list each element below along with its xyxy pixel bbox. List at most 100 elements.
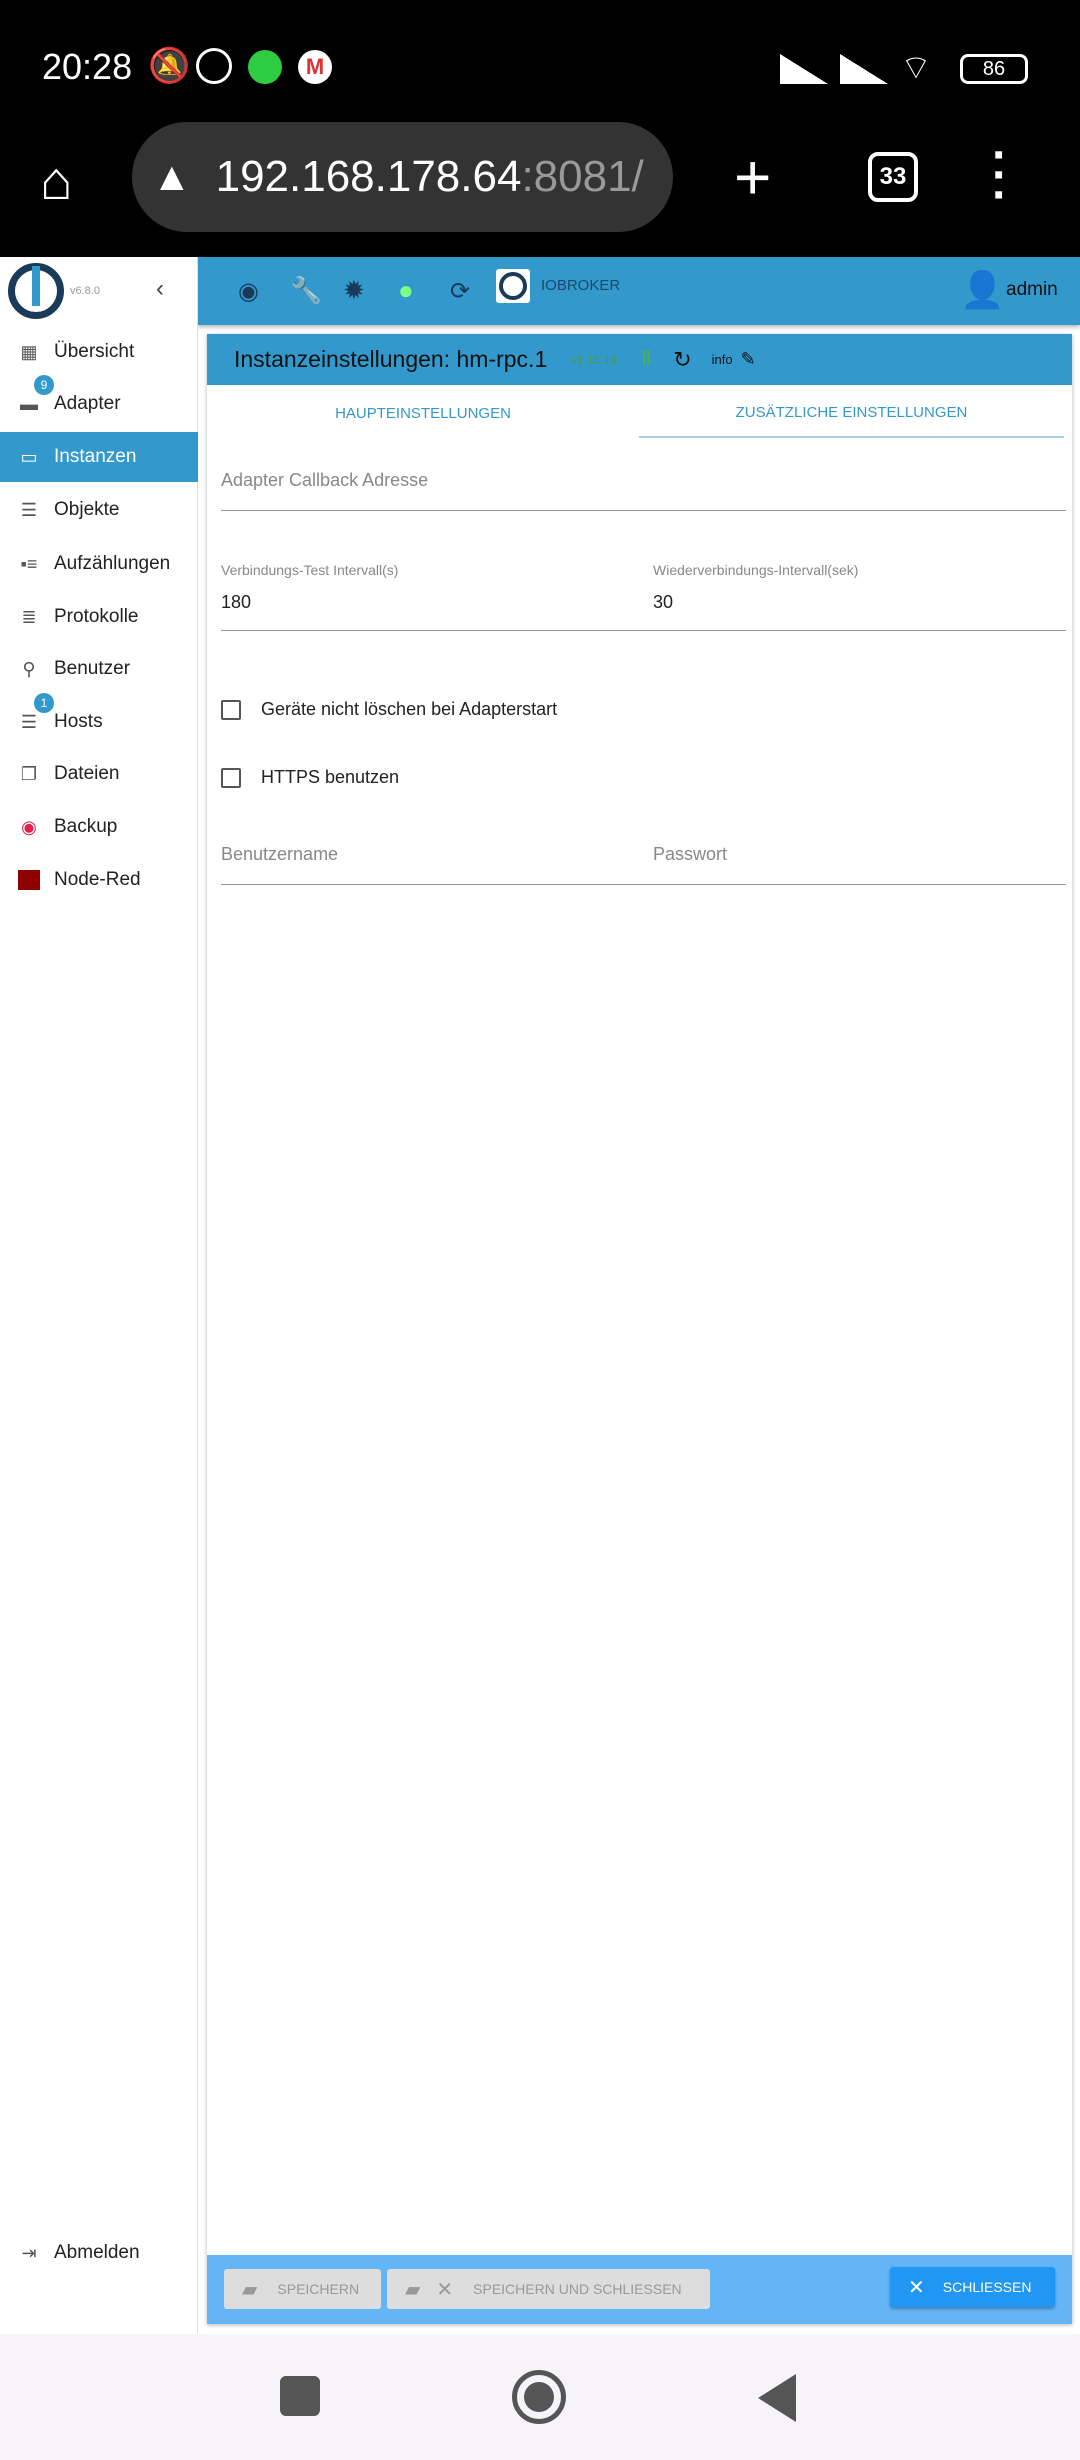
battery-icon: 86 [960, 54, 1028, 84]
input-underline [653, 884, 1066, 885]
sidebar-item-label: Hosts [54, 711, 103, 732]
close-button[interactable]: ✕ SCHLIESSEN [890, 2267, 1055, 2307]
sidebar-item-objects[interactable]: ☰ Objekte [0, 485, 198, 535]
sidebar-item-logs[interactable]: ≣ Protokolle [0, 592, 198, 642]
recents-icon[interactable] [280, 2376, 320, 2416]
sidebar-item-users[interactable]: ⚲ Benutzer [0, 644, 198, 694]
sidebar-item-hosts[interactable]: ☰ 1 Hosts [0, 693, 198, 747]
info-link[interactable]: info [712, 352, 733, 367]
callback-address-input[interactable]: Adapter Callback Adresse [221, 470, 428, 491]
save-close-button[interactable]: ▰ ✕ SPEICHERN UND SCHLIESSEN [387, 2269, 710, 2309]
theme-icon[interactable]: ✹ [343, 275, 365, 306]
dialog-header: Instanzeinstellungen: hm-rpc.1 v1.15.19 … [207, 334, 1072, 385]
sidebar-item-enums[interactable]: ▪≡ Aufzählungen [0, 539, 198, 589]
wrench-icon[interactable]: 🔧 [290, 275, 322, 306]
sidebar-item-files[interactable]: ❐ Dateien [0, 749, 198, 799]
back-icon[interactable] [758, 2374, 796, 2422]
user-icon: ⚲ [22, 659, 36, 679]
dialog-title: Instanzeinstellungen: hm-rpc.1 [234, 346, 548, 372]
checkbox-label: Geräte nicht löschen bei Adapterstart [261, 699, 558, 719]
expert-mode-icon[interactable]: ● [398, 275, 414, 306]
signal-icon [780, 54, 828, 84]
close-icon: ✕ [436, 2278, 454, 2301]
reload-icon[interactable]: ↻ [673, 347, 691, 373]
sidebar-item-instances[interactable]: ▭ Instanzen [0, 432, 198, 482]
url-bar[interactable]: ▲ 192.168.178.64:8081/ [132, 122, 673, 232]
store-icon: ▬ [20, 394, 38, 414]
brand-label: IOBROKER [541, 277, 621, 294]
test-interval-input[interactable]: 180 [221, 592, 251, 613]
sidebar-item-label: Backup [54, 816, 118, 837]
sync-off-icon[interactable]: ⟳ [450, 277, 470, 306]
sidebar-item-label: Node-Red [54, 869, 141, 890]
clock: 20:28 [42, 46, 133, 87]
log-icon: ≣ [21, 607, 37, 627]
new-tab-icon[interactable]: + [734, 140, 771, 214]
wifi-icon: ⌔ [900, 49, 932, 87]
update-badge: 1 [34, 693, 54, 713]
button-label: SPEICHERN [277, 2281, 360, 2297]
user-icon[interactable]: 👤 [960, 269, 1005, 311]
app-header: ◉ 🔧 ✹ ● ⟳ IOBROKER 👤 admin [198, 257, 1080, 325]
gmail-icon: M [298, 50, 332, 84]
system-status-bar: 20:28 🔕 M ⌔ 86 ⌂ ▲ 192.168.178.64:8081/ … [0, 0, 1080, 257]
node-red-icon [18, 870, 40, 890]
test-interval-label: Verbindungs-Test Intervall(s) [221, 562, 399, 578]
home-nav-icon[interactable] [512, 2370, 566, 2424]
sidebar-item-overview[interactable]: ▦ Übersicht [0, 327, 198, 377]
grid-icon: ▦ [20, 342, 38, 362]
close-icon: ✕ [908, 2276, 925, 2299]
eye-icon[interactable]: ◉ [238, 277, 259, 306]
url-port: :8081/ [521, 152, 644, 201]
keep-devices-checkbox[interactable]: Geräte nicht löschen bei Adapterstart [221, 699, 557, 720]
sidebar-item-label: Benutzer [54, 658, 131, 679]
pause-icon[interactable]: ‖ [641, 348, 651, 371]
whatsapp-icon [248, 50, 282, 84]
sidebar-item-label: Objekte [54, 499, 120, 520]
enum-icon: ▪≡ [20, 554, 38, 574]
instances-icon: ▭ [20, 447, 38, 467]
tab-main-settings[interactable]: HAUPTEINSTELLUNGEN [207, 388, 639, 438]
logout-icon: ⇥ [21, 2243, 37, 2263]
update-badge: 9 [34, 375, 54, 395]
https-checkbox[interactable]: HTTPS benutzen [221, 767, 399, 788]
bell-off-icon: 🔕 [148, 47, 191, 85]
sidebar-item-label: Dateien [54, 763, 120, 784]
instance-settings-dialog: Instanzeinstellungen: hm-rpc.1 v1.15.19 … [207, 334, 1072, 2324]
sidebar-item-label: Protokolle [54, 606, 139, 627]
files-icon: ❐ [20, 764, 38, 784]
sidebar: v6.8.0 ‹ ▦ Übersicht ▬ 9 Adapter ▭ Instanzen… [0, 257, 198, 2334]
url-host: 192.168.178.64 [215, 152, 522, 201]
logout-button[interactable]: ⇥ Abmelden [0, 2228, 198, 2278]
username-input[interactable]: Benutzername [221, 844, 338, 865]
button-label: SPEICHERN UND SCHLIESSEN [473, 2281, 682, 2297]
collapse-chevron-icon[interactable]: ‹ [156, 275, 164, 303]
button-label: SCHLIESSEN [942, 2279, 1032, 2295]
iobroker-logo [496, 269, 530, 303]
backup-icon: ◉ [21, 817, 37, 837]
sidebar-item-node-red[interactable]: Node-Red [0, 855, 198, 905]
reconnect-interval-input[interactable]: 30 [653, 592, 673, 613]
logout-label: Abmelden [54, 2242, 140, 2263]
home-icon[interactable]: ⌂ [40, 150, 73, 212]
hosts-icon: ☰ [20, 712, 38, 732]
sidebar-item-label: Adapter [54, 393, 121, 414]
tab-additional-settings[interactable]: ZUSÄTZLICHE EINSTELLUNGEN [639, 388, 1064, 438]
checkbox-box[interactable] [221, 767, 241, 788]
input-underline [653, 630, 1066, 631]
password-input[interactable]: Passwort [653, 844, 727, 865]
input-underline [221, 510, 1066, 511]
checkbox-box[interactable] [221, 699, 241, 720]
warning-icon: ▲ [152, 154, 192, 199]
menu-icon[interactable]: · · · [990, 132, 1010, 220]
save-button[interactable]: ▰ SPEICHERN [224, 2269, 381, 2309]
alarm-icon [196, 48, 232, 84]
iobroker-logo [8, 263, 64, 319]
edit-icon[interactable]: ✎ [741, 349, 756, 370]
sidebar-item-backup[interactable]: ◉ Backup [0, 802, 198, 852]
user-name[interactable]: admin [1006, 279, 1058, 301]
tabs-button[interactable]: 33 [868, 152, 918, 202]
list-icon: ☰ [20, 500, 38, 520]
sidebar-item-adapter[interactable]: ▬ 9 Adapter [0, 375, 198, 429]
checkbox-label: HTTPS benutzen [261, 767, 400, 787]
